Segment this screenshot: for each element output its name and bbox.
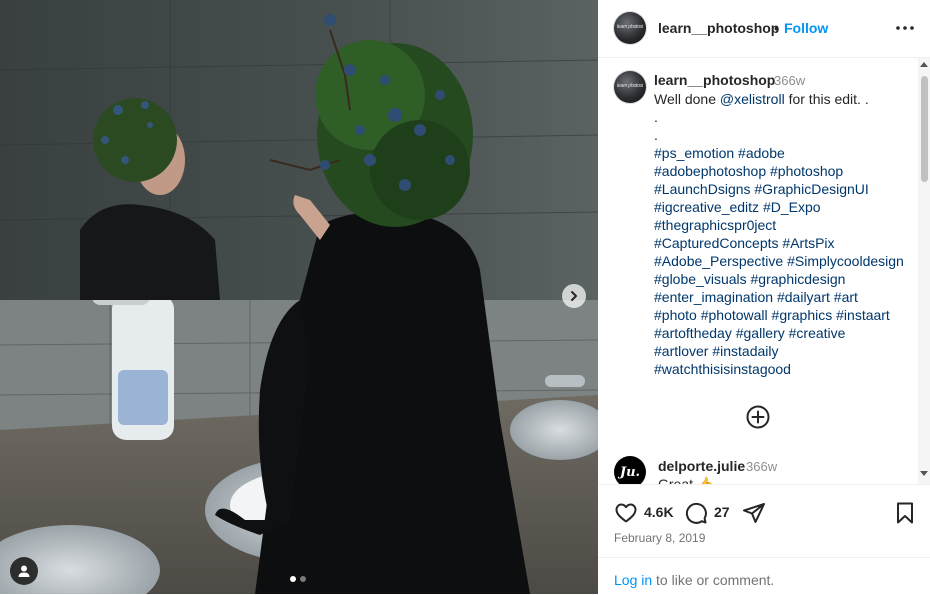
bookmark-icon[interactable]	[893, 501, 917, 525]
hashtag-line[interactable]: #enter_imagination #dailyart #art	[654, 288, 910, 306]
caption-avatar[interactable]: learn photoshop	[614, 71, 646, 103]
hashtag-line[interactable]: #Adobe_Perspective #Simplycooldesign	[654, 252, 910, 270]
comments-section[interactable]: learn photoshop learn__photoshop 366w We…	[598, 58, 930, 484]
tagged-users-button[interactable]	[10, 557, 38, 585]
caption-intro-before: Well done	[654, 91, 720, 107]
avatar-text: learn photoshop	[617, 24, 643, 30]
likes-count[interactable]: 4.6K	[644, 504, 674, 520]
caption-time[interactable]: 366w	[774, 73, 805, 88]
scroll-up-arrow-icon[interactable]	[920, 62, 928, 67]
carousel-dot	[300, 576, 306, 582]
comment-icon[interactable]	[684, 501, 708, 525]
user-icon	[18, 565, 30, 577]
post-header: learn photoshop learn__photoshop • Follo…	[598, 0, 930, 58]
avatar[interactable]: learn photoshop	[614, 12, 646, 44]
share-icon[interactable]	[742, 501, 766, 525]
hashtag-line[interactable]: #igcreative_editz #D_Expo	[654, 198, 910, 216]
caption-dot-line: .	[654, 109, 658, 125]
login-rest: to like or comment.	[652, 572, 775, 588]
login-prompt: Log in to like or comment.	[598, 557, 930, 595]
caption-avatar-text: learn photoshop	[617, 83, 643, 89]
comment-avatar[interactable]: Ju.	[614, 456, 646, 484]
hashtag-line[interactable]: #LaunchDsigns #GraphicDesignUI	[654, 180, 910, 198]
post-actions: 4.6K 27 February 8, 2019 Log in to like …	[598, 484, 930, 594]
caption-mention[interactable]: @xelistroll	[720, 91, 785, 107]
hashtag-line[interactable]: #CapturedConcepts #ArtsPix	[654, 234, 910, 252]
hashtag-line[interactable]: #photo #photowall #graphics #instaart	[654, 306, 910, 324]
comments-count[interactable]: 27	[714, 504, 730, 520]
chevron-right-icon	[571, 291, 577, 301]
hashtag-line[interactable]: #globe_visuals #graphicdesign	[654, 270, 910, 288]
hashtag-line[interactable]: #watchthisisinstagood	[654, 360, 910, 378]
hashtag-line[interactable]: #adobephotoshop #photoshop	[654, 162, 910, 180]
caption-text: Well done @xelistroll for this edit. . .…	[654, 90, 910, 378]
follow-button[interactable]: Follow	[784, 20, 828, 36]
login-link[interactable]: Log in	[614, 572, 652, 588]
caption-dot-line: .	[654, 127, 658, 143]
comment-text: Great 👍	[658, 476, 715, 484]
hashtag-line[interactable]: #artlover #instadaily	[654, 342, 910, 360]
hashtag-line[interactable]: #thegraphicspr0ject	[654, 216, 910, 234]
caption-intro-after: for this edit. .	[784, 91, 869, 107]
scroll-down-arrow-icon[interactable]	[920, 471, 928, 476]
carousel-indicator	[290, 576, 306, 582]
photo-scene	[0, 0, 598, 594]
header-username[interactable]: learn__photoshop	[658, 20, 779, 36]
more-horizontal-icon[interactable]	[894, 16, 916, 40]
caption-intro: Well done @xelistroll for this edit. .	[654, 90, 910, 108]
heart-icon[interactable]	[614, 501, 638, 525]
post-side-panel: learn photoshop learn__photoshop • Follo…	[598, 0, 930, 594]
comments-scrollbar[interactable]	[918, 58, 930, 484]
comment-time[interactable]: 366w	[746, 459, 777, 474]
hashtag-line[interactable]: #ps_emotion #adobe	[654, 144, 910, 162]
caption-username[interactable]: learn__photoshop	[654, 72, 775, 88]
header-separator: •	[774, 20, 779, 36]
scrollbar-thumb[interactable]	[921, 76, 928, 182]
hashtag-line[interactable]: #artoftheday #gallery #creative	[654, 324, 910, 342]
post-image[interactable]	[0, 0, 598, 594]
load-more-comments-icon[interactable]	[746, 405, 770, 429]
carousel-next-button[interactable]	[562, 284, 586, 308]
comment-username[interactable]: delporte.julie	[658, 458, 745, 474]
post-date[interactable]: February 8, 2019	[614, 531, 705, 545]
carousel-dot-active	[290, 576, 296, 582]
